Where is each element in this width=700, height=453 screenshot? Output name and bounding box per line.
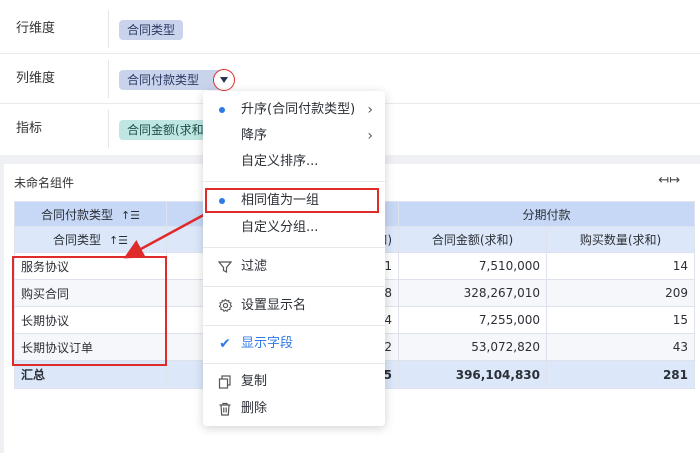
menu-item-label: 自定义排序... [241, 154, 319, 169]
copy-icon [215, 369, 235, 398]
gear-icon [215, 293, 235, 322]
trash-icon [215, 396, 235, 425]
menu-item-copy[interactable]: 复制 [203, 369, 385, 395]
menu-item-show-field[interactable]: ✔ 显示字段 [203, 331, 385, 357]
menu-item-label: 删除 [241, 401, 268, 416]
menu-divider [203, 363, 385, 364]
menu-item-label: 降序 [241, 128, 268, 143]
check-icon: ✔ [219, 336, 231, 352]
context-menu: 升序(合同付款类型) › 降序 › 自定义排序... 相同值为一组 自定义分组.… [203, 91, 385, 426]
menu-item-label: 设置显示名 [241, 298, 307, 313]
menu-item-display-name[interactable]: 设置显示名 [203, 293, 385, 319]
menu-item-label: 过滤 [241, 259, 268, 274]
menu-divider [203, 325, 385, 326]
menu-item-custom-group[interactable]: 自定义分组... [203, 215, 385, 241]
menu-item-label: 自定义分组... [241, 220, 319, 235]
menu-item-label: 显示字段 [241, 336, 294, 351]
menu-item-label: 复制 [241, 374, 268, 389]
menu-item-sort-asc[interactable]: 升序(合同付款类型) › [203, 97, 385, 123]
selected-dot-icon [219, 107, 225, 113]
menu-divider [203, 286, 385, 287]
filter-icon [215, 254, 235, 283]
menu-item-filter[interactable]: 过滤 [203, 254, 385, 280]
menu-divider [203, 247, 385, 248]
annotation-menu-highlight [205, 188, 379, 213]
menu-item-sort-desc[interactable]: 降序 › [203, 123, 385, 149]
menu-divider [203, 181, 385, 182]
menu-item-delete[interactable]: 删除 [203, 396, 385, 422]
chevron-right-icon: › [367, 102, 373, 118]
menu-item-custom-sort[interactable]: 自定义排序... [203, 149, 385, 175]
menu-item-label: 升序(合同付款类型) [241, 102, 356, 117]
chevron-right-icon: › [367, 128, 373, 144]
